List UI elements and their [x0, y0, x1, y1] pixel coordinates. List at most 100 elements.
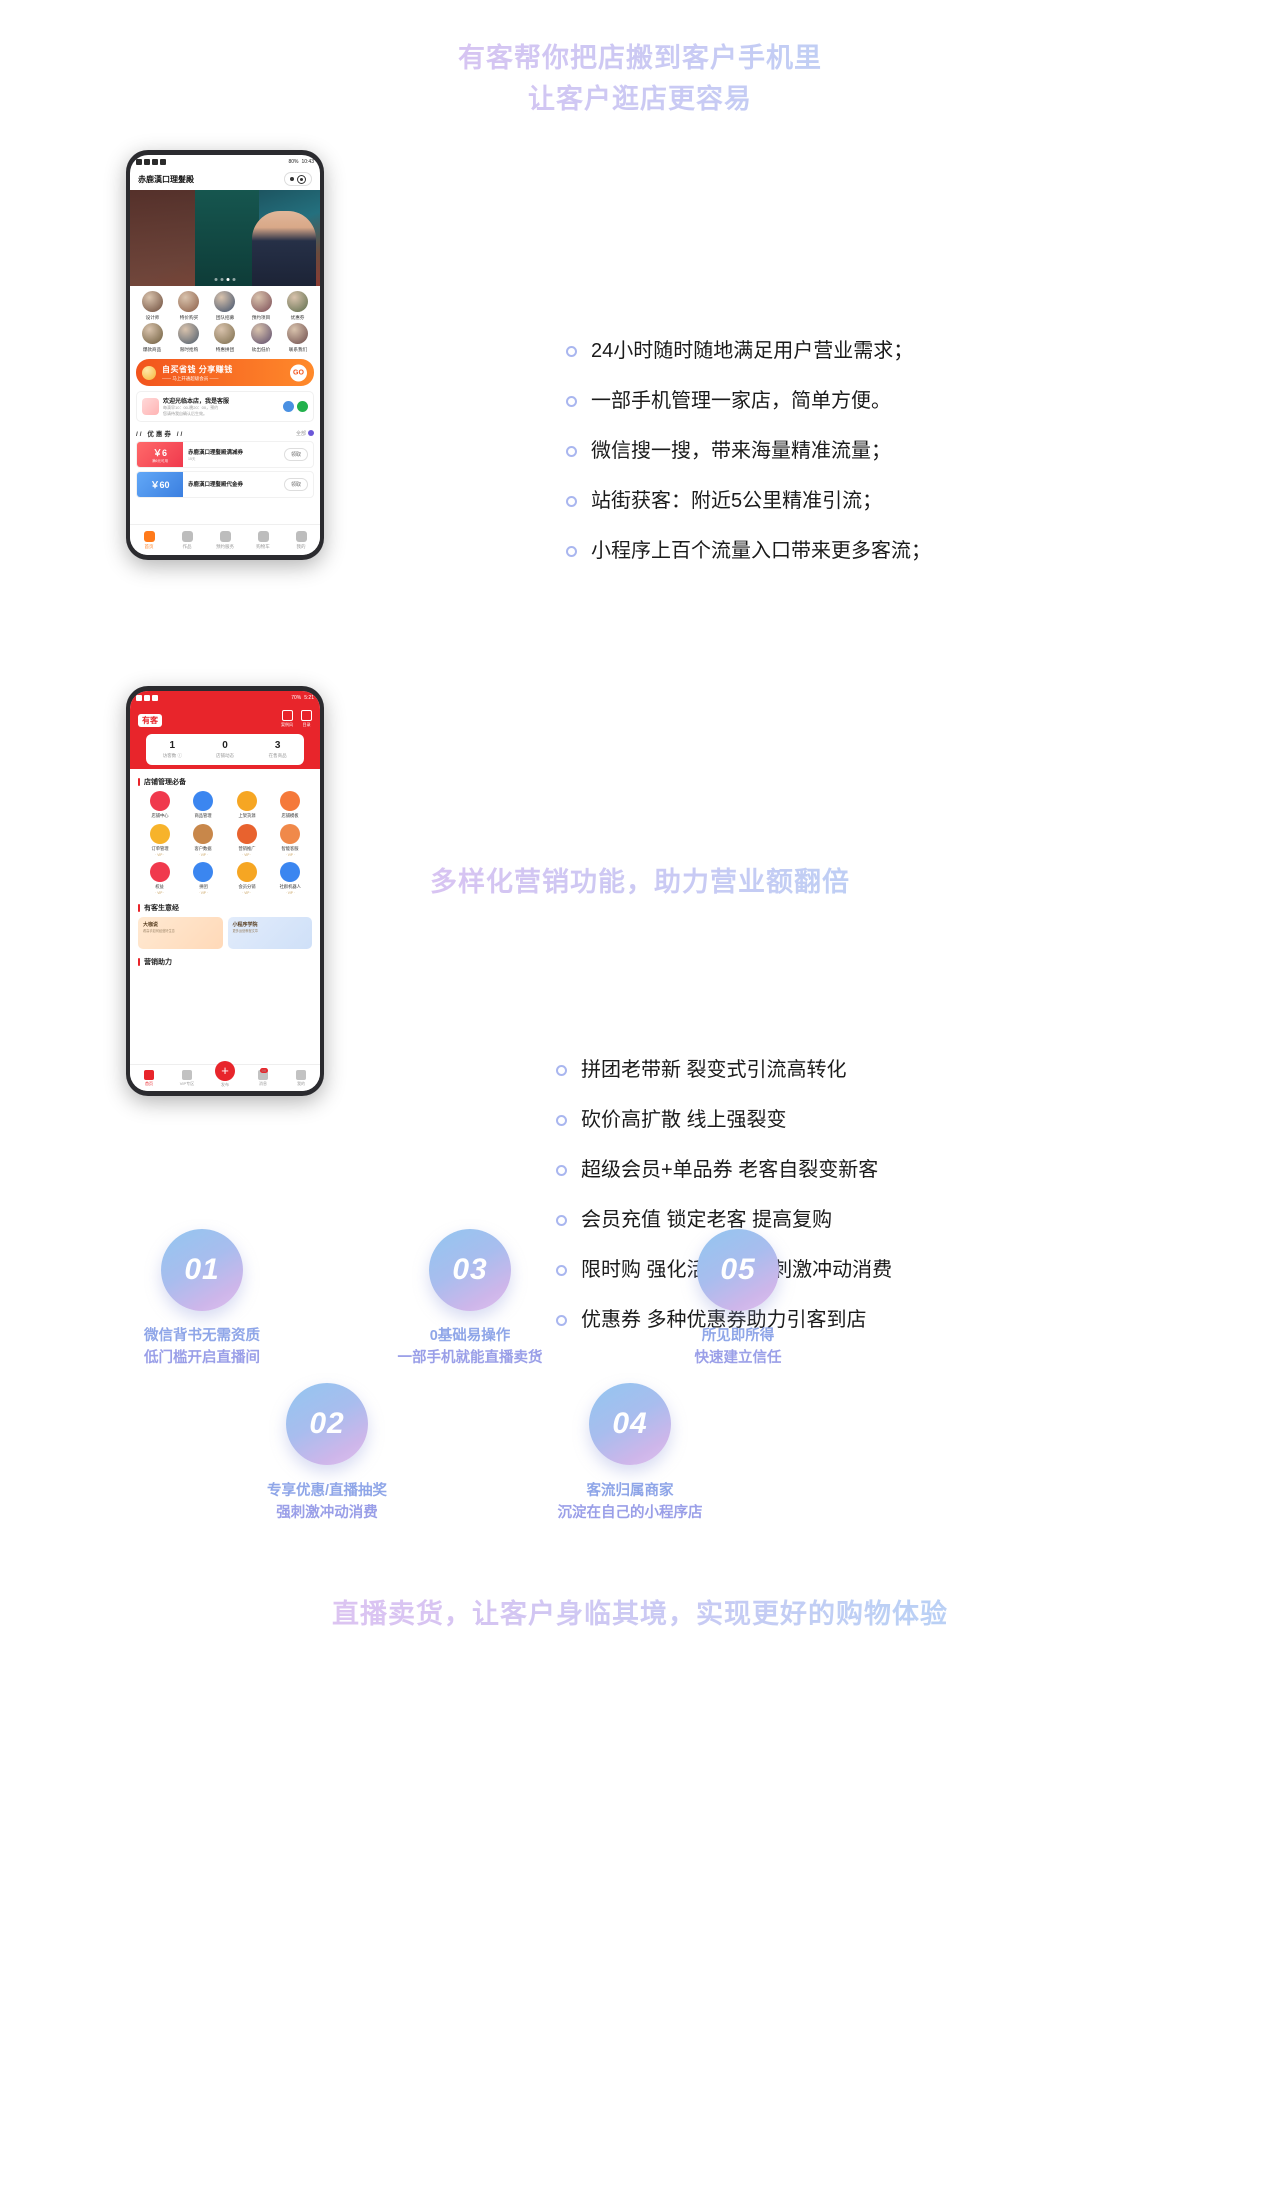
tool-item[interactable]: 会员分销 · VIP ·	[225, 862, 269, 895]
shop-icon-item[interactable]: 特惠拼团	[207, 323, 243, 353]
tool-item[interactable]: 社群机器人 · VIP ·	[269, 862, 313, 895]
dot-4[interactable]	[232, 278, 236, 281]
tool-icon	[280, 791, 301, 811]
shop-icon-item[interactable]: 优惠券	[280, 291, 316, 321]
coupon-claim-button[interactable]: 领取	[283, 478, 308, 491]
capsule-menu[interactable]	[284, 172, 312, 186]
step-number: 05	[720, 1253, 756, 1286]
banner-carousel-dots[interactable]	[214, 278, 236, 281]
tool-item[interactable]: 店铺模板	[269, 791, 313, 819]
coupon-view-all[interactable]: 全部	[296, 430, 314, 437]
bullet-text: 超级会员+单品券 老客自裂变新客	[581, 1159, 879, 1181]
dot-2[interactable]	[220, 278, 224, 281]
vip-badge: · VIP ·	[155, 891, 165, 895]
tool-item[interactable]: 上架货源	[225, 791, 269, 819]
shop-icon-label: 特惠拼团	[215, 347, 235, 353]
shop-icon-item[interactable]: 特价购买	[170, 291, 206, 321]
tab-作品[interactable]: 作品	[168, 525, 206, 555]
shop-icon-item[interactable]: 爆款商品	[134, 323, 170, 353]
biz-card-list[interactable]: 大咖说 看高手如何经营好生意 小程序学院 更多运营教程文章	[138, 917, 312, 949]
dot-1[interactable]	[214, 278, 218, 281]
shop-icon-item[interactable]: 预约项目	[243, 291, 279, 321]
tab-icon	[182, 1069, 192, 1080]
phone1-statusbar: 80% 10:43	[130, 155, 320, 168]
coupon-row[interactable]: ￥6 满6元可用 赤鹿漢口理髮殿满减券 15天 领取	[136, 441, 314, 468]
dashboard-tool-grid[interactable]: 店铺中心 商品管理 上架货源 店铺模板订单管理 · VIP · 客户数据 · VIP · 营销…	[138, 791, 312, 895]
shop-icon-item[interactable]: 团队招募	[207, 291, 243, 321]
tab-label: 预约服务	[216, 543, 234, 549]
tab-预约服务[interactable]: 预约服务	[206, 525, 244, 555]
bullet-ring-icon	[556, 1314, 567, 1326]
tab-icon	[296, 1069, 306, 1080]
phone1-tabbar[interactable]: 首页 作品 预约服务 购物车 我的	[130, 524, 320, 555]
stat-label: 在售商品	[268, 753, 287, 758]
vip-badge: · VIP ·	[155, 853, 165, 857]
vip-badge: · VIP ·	[198, 853, 208, 857]
header-action[interactable]: 目录	[301, 710, 312, 728]
shop-icon-label: 爆款商品	[142, 347, 162, 353]
tab-消息[interactable]: 消息 99	[244, 1067, 282, 1087]
membership-promo-banner[interactable]: 自买省钱 分享赚钱 —— 马上开通超级会员 —— GO	[136, 359, 314, 386]
storefront-banner[interactable]	[130, 190, 320, 286]
biz-card[interactable]: 小程序学院 更多运营教程文章	[227, 917, 312, 949]
bullet-ring-icon	[556, 1214, 567, 1226]
tab-label: 消息	[259, 1080, 267, 1086]
phone1-titlebar: 赤鹿漢口理髮殿	[130, 168, 320, 190]
service-welcome-card[interactable]: 欢迎光临本店，我是客服 每滴早10：00-晚20：00，预约 您请待我自确认后生…	[136, 391, 314, 422]
contact-buttons[interactable]	[283, 401, 308, 412]
tab-我的[interactable]: 我的	[282, 525, 320, 555]
coupon-claim-button[interactable]: 领取	[283, 448, 308, 461]
target-icon[interactable]	[297, 174, 306, 184]
section3-heading-line1: 直播卖货，让客户身临其境，实现更好的购物体验	[332, 1599, 948, 1629]
bullet-item: 超级会员+单品券 老客自裂变新客	[556, 1145, 892, 1195]
section1-bullet-list: 24小时随时随地满足用户营业需求； 一部手机管理一家店，简单方便。 微信搜一搜，带来…	[566, 326, 931, 576]
tab-VIP专区[interactable]: VIP专区	[168, 1069, 206, 1087]
shop-icon-item[interactable]: 砍出低价	[243, 323, 279, 353]
coupon-list[interactable]: ￥6 满6元可用 赤鹿漢口理髮殿满减券 15天 领取 ￥60 赤鹿漢口理髮殿代金券 领取	[130, 441, 320, 498]
header-action-label: 目录	[302, 722, 311, 727]
tool-item[interactable]: 营销推广 · VIP ·	[225, 824, 269, 857]
biz-card[interactable]: 大咖说 看高手如何经营好生意	[138, 917, 223, 949]
wechat-icon[interactable]	[297, 401, 308, 412]
service-avatar	[142, 398, 159, 415]
add-button[interactable]: +	[215, 1060, 235, 1081]
tool-item[interactable]: 商品管理	[182, 791, 226, 819]
tool-item[interactable]: 店铺中心	[138, 791, 182, 819]
coupon-row[interactable]: ￥60 赤鹿漢口理髮殿代金券 领取	[136, 471, 314, 498]
tool-item[interactable]: 订单管理 · VIP ·	[138, 824, 182, 857]
tab-我的[interactable]: 我的	[282, 1069, 320, 1087]
tool-icon	[149, 862, 170, 882]
statusbar2-left-icons	[136, 694, 158, 701]
stat-label: 访客数 ⓘ	[162, 753, 182, 758]
promo-go-button[interactable]: GO	[290, 364, 307, 381]
header-action[interactable]: 案例风	[281, 710, 293, 728]
more-icon[interactable]	[290, 177, 294, 181]
tool-item[interactable]: 智能客服 · VIP ·	[269, 824, 313, 857]
wifi-icon	[152, 694, 158, 701]
tool-label: 智能客服	[281, 846, 299, 851]
tab-发布[interactable]: + 发布	[206, 1060, 244, 1088]
biz-card-sub: 看高手如何经营好生意	[143, 929, 175, 933]
phone2-tabbar[interactable]: 首页 VIP专区 + 发布 消息 99 我的	[130, 1060, 320, 1091]
dot-3[interactable]	[226, 278, 230, 281]
banner-stylist	[251, 211, 317, 286]
tab-label: 首页	[145, 1080, 153, 1086]
tab-首页[interactable]: 首页	[130, 1069, 168, 1087]
tool-item[interactable]: 客户数据 · VIP ·	[182, 824, 226, 857]
dashboard-header-actions[interactable]: 案例风 目录	[281, 710, 312, 728]
bullet-ring-icon	[566, 545, 577, 557]
tab-icon	[144, 1069, 154, 1080]
tab-首页[interactable]: 首页	[130, 525, 168, 555]
shop-icon-item[interactable]: 限时抢购	[170, 323, 206, 353]
brand-logo[interactable]: 有客	[138, 714, 162, 727]
stat-label: 店铺动态	[216, 753, 234, 758]
tab-购物车[interactable]: 购物车	[244, 525, 282, 555]
phone-icon[interactable]	[283, 401, 294, 412]
shop-icon-item[interactable]: 联系我们	[280, 323, 316, 353]
statusbar-left-icons	[136, 158, 166, 165]
shop-icon-item[interactable]: 设计师	[134, 291, 170, 321]
tool-item[interactable]: 权益 · VIP ·	[138, 862, 182, 895]
tool-item[interactable]: 拼团 · VIP ·	[182, 862, 226, 895]
shop-icon-grid[interactable]: 设计师 特价购买 团队招募 预约项目 优惠券爆款商品 限时抢购 特惠拼团 砍出低价 联系我们	[130, 286, 320, 355]
tool-icon	[280, 824, 301, 844]
